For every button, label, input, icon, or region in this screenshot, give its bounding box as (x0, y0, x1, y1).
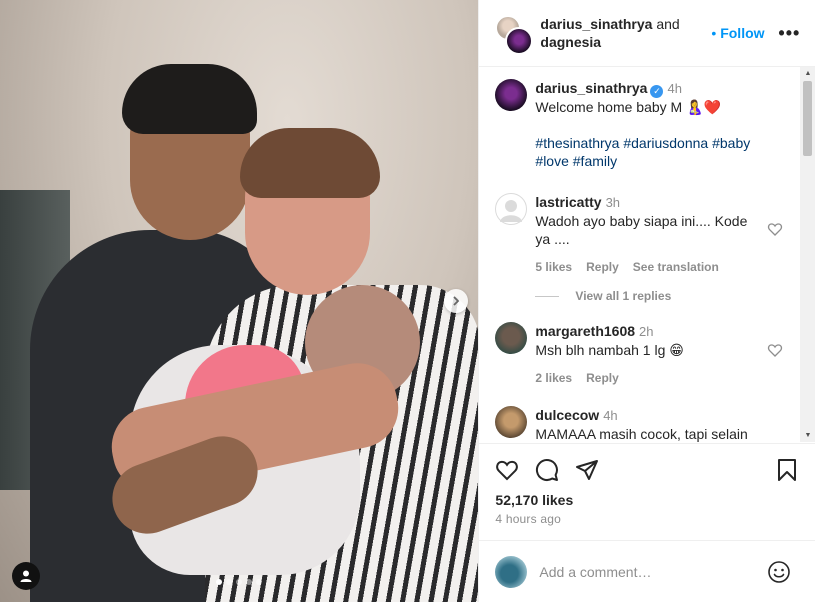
post-timestamp[interactable]: 4 hours ago (495, 512, 561, 526)
comment-time[interactable]: 2h (639, 324, 653, 339)
tagged-users-button[interactable] (12, 562, 40, 590)
comments-scrollbar[interactable]: ▲ ▼ (800, 67, 815, 442)
carousel-dot (256, 579, 262, 585)
emoji-icon[interactable] (767, 560, 791, 584)
author-connector: and (656, 16, 680, 32)
comment-text: Msh blh nambah 1 lg 😁 (535, 342, 684, 358)
comment-item: dulcecow 4h MAMAAA masih cocok, tapi sela… (495, 406, 765, 442)
reply-button[interactable]: Reply (586, 258, 619, 276)
comment-username[interactable]: lastricatty (535, 194, 601, 210)
author-link[interactable]: darius_sinathrya (540, 16, 652, 32)
user-icon (20, 570, 32, 582)
comment-username[interactable]: margareth1608 (535, 323, 635, 339)
scroll-up-arrow-icon[interactable]: ▲ (804, 70, 811, 77)
scrollbar-thumb[interactable] (803, 81, 813, 156)
comment-item: margareth1608 2h Msh blh nambah 1 lg 😁 2 … (495, 322, 783, 387)
scroll-down-arrow-icon[interactable]: ▼ (804, 432, 811, 439)
reply-button[interactable]: Reply (586, 369, 619, 387)
avatar[interactable] (495, 193, 528, 225)
follow-button[interactable]: • Follow (711, 25, 764, 41)
comments-list[interactable]: darius_sinathrya ✓ 4h Welcome home baby M … (479, 67, 815, 442)
share-icon[interactable] (575, 458, 599, 482)
view-replies-label: View all 1 replies (575, 289, 672, 303)
photo-woman-hair (240, 128, 380, 198)
avatar[interactable] (495, 79, 528, 111)
comment-composer: Add a comment… (479, 540, 815, 603)
post-sidebar: darius_sinathrya and dagnesia • Follow •… (478, 0, 815, 602)
see-translation-button[interactable]: See translation (633, 258, 719, 276)
view-replies-button[interactable]: View all 1 replies (535, 289, 671, 303)
comment-text: Wadoh ayo baby siapa ini.... Kode ya ...… (535, 213, 748, 247)
post-photo[interactable] (0, 0, 479, 602)
photo-man-hair (122, 64, 257, 134)
caption: darius_sinathrya ✓ 4h Welcome home baby M … (495, 79, 765, 170)
comment-time[interactable]: 4h (603, 408, 617, 423)
add-comment-input[interactable]: Add a comment… (539, 564, 759, 580)
caption-text: Welcome home baby M 🤱❤️ (535, 99, 721, 115)
verified-badge-icon: ✓ (650, 85, 664, 98)
comment-username[interactable]: dulcecow (535, 407, 599, 423)
carousel-dot (216, 579, 222, 585)
follow-label: Follow (720, 25, 765, 41)
carousel-dots (216, 579, 262, 585)
comment-likes[interactable]: 5 likes (535, 258, 572, 276)
more-options-button[interactable]: ••• (778, 23, 800, 44)
replies-divider (535, 295, 560, 297)
like-comment-heart-icon[interactable] (767, 342, 783, 358)
collab-avatars[interactable] (495, 13, 534, 55)
post-header: darius_sinathrya and dagnesia • Follow •… (479, 0, 815, 67)
avatar[interactable] (495, 322, 528, 354)
caption-username[interactable]: darius_sinathrya (535, 80, 647, 96)
carousel-dot (226, 579, 232, 585)
avatar (505, 27, 534, 55)
bookmark-icon[interactable] (777, 458, 797, 482)
avatar[interactable] (495, 406, 528, 438)
comment-item: lastricatty 3h Wadoh ayo baby siapa ini..… (495, 193, 783, 276)
collaborator-link[interactable]: dagnesia (540, 34, 601, 50)
follow-separator: • (711, 25, 717, 41)
caption-time[interactable]: 4h (667, 81, 681, 96)
comment-likes[interactable]: 2 likes (535, 369, 572, 387)
comment-icon[interactable] (535, 458, 559, 482)
post-dialog: darius_sinathrya and dagnesia • Follow •… (0, 0, 815, 602)
comment-time[interactable]: 3h (606, 195, 620, 210)
carousel-dot (246, 579, 252, 585)
post-authors: darius_sinathrya and dagnesia (540, 15, 700, 51)
like-comment-heart-icon[interactable] (767, 221, 783, 237)
caption-hashtags[interactable]: #thesinathrya #dariusdonna #baby #love #… (535, 134, 765, 170)
comment-text: MAMAAA masih cocok, tapi selain (535, 426, 748, 442)
likes-count[interactable]: 52,170 likes (495, 492, 573, 508)
carousel-next-button[interactable] (444, 289, 468, 313)
heart-icon[interactable] (495, 458, 519, 482)
post-actions: 52,170 likes 4 hours ago (479, 443, 815, 554)
carousel-dot (236, 579, 242, 585)
default-avatar-icon (500, 200, 523, 222)
chevron-right-icon (453, 296, 460, 306)
avatar (495, 556, 528, 588)
